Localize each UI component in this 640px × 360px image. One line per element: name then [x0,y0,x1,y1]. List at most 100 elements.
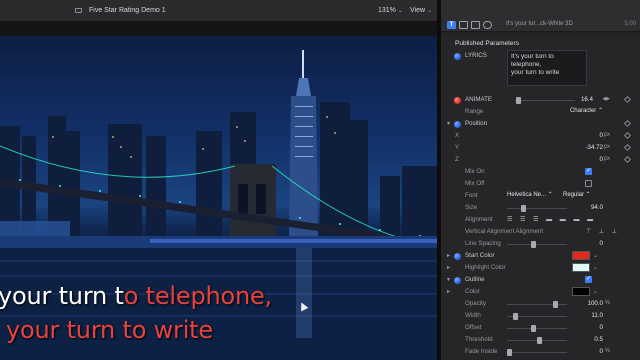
y-label: Y [455,144,460,151]
keyframe-icon[interactable] [623,143,632,152]
animate-value[interactable]: 16.4 [581,96,593,103]
zoom-menu[interactable]: 131% ⌄ [378,7,403,14]
highlight-color-swatch[interactable] [572,263,590,272]
outline-color-swatch[interactable] [572,287,590,296]
line-spacing-value[interactable]: 0 [600,240,603,247]
lyrics-line: telephone, [511,60,542,68]
keyframe-icon[interactable] [623,95,632,104]
threshold-value[interactable]: 0.5 [594,336,603,343]
mix-off-checkbox[interactable] [585,180,592,187]
keyframe-icon[interactable] [623,131,632,140]
section-title: Published Parameters [455,40,519,47]
z-value[interactable]: 0 [600,156,603,163]
disclosure-triangle-icon[interactable]: ▸ [447,264,450,271]
threshold-slider[interactable] [507,337,567,344]
mix-on-label: Mix On [465,168,485,175]
font-family-popup[interactable]: Helvetica Ne... ⌃ [507,191,553,200]
animate-label: ANIMATE [465,96,493,103]
parameter-dot-icon [454,97,461,104]
outline-label: Outline [465,276,485,283]
offset-value[interactable]: 0 [600,324,603,331]
stepper-arrows-icon[interactable]: ◀▶ [602,96,610,102]
unit-label: % [604,348,610,354]
start-color-swatch[interactable] [572,251,590,260]
vertical-alignment-buttons[interactable]: ⊤ ⊥ ⊥ [586,228,620,235]
lyrics-text-field[interactable]: It's your turn to telephone, your turn t… [507,50,587,86]
clip-name: It's your tur...ck-White 3D [506,21,573,27]
range-popup[interactable]: Character ⌃ [570,107,603,116]
start-color-row: ▸ Start Color ⌄ [441,250,640,262]
opacity-value[interactable]: 100.0 [588,300,603,307]
opacity-row: Opacity 100.0 % [441,298,640,310]
vertical-alignment-label: Vertical Alignment Alignment [465,228,544,235]
text-inspector-icon[interactable]: T [447,21,456,29]
x-value[interactable]: 0 [600,132,603,139]
inspector-subbar [441,32,640,36]
chevron-down-icon[interactable]: ⌄ [593,252,598,259]
alignment-row: Alignment ☰ ☰ ☰ ▬ ▬ ▬ ▬ [441,214,640,226]
y-value[interactable]: -34.72 [585,144,603,151]
font-style-popup[interactable]: Regular ⌃ [563,191,591,200]
range-label: Range [465,108,484,115]
alignment-buttons[interactable]: ☰ ☰ ☰ ▬ ▬ ▬ ▬ [507,216,596,223]
document-title: Five Star Rating Demo 1 [89,7,166,14]
width-label: Width [465,312,481,319]
unit-label: px [603,132,610,138]
font-row: Font Helvetica Ne... ⌃ Regular ⌃ [441,190,640,202]
line-spacing-slider[interactable] [507,241,567,248]
chevron-down-icon[interactable]: ⌄ [593,288,598,295]
mix-on-row: Mix On [441,166,640,178]
fade-inside-slider[interactable] [507,349,567,356]
opacity-label: Opacity [465,300,486,307]
range-row: Range Character ⌃ [441,106,640,118]
position-z-row: Z 0 px [441,154,640,166]
size-value[interactable]: 94.0 [591,204,603,211]
lyric-sung-text: your turn t [0,282,124,310]
disclosure-triangle-icon[interactable]: ▸ [447,252,450,259]
outline-checkbox[interactable] [585,275,592,283]
position-label: Position [465,120,488,127]
lyric-unsung-text: your turn to write [6,316,213,344]
disclosure-triangle-icon[interactable]: ▾ [447,120,450,127]
parameter-dot-icon [454,53,461,60]
animate-slider[interactable] [515,97,575,104]
width-value[interactable]: 11.0 [591,312,603,319]
viewer-toolbar: Five Star Rating Demo 1 131% ⌄ View ⌄ [0,0,437,22]
color-label: Color [465,288,480,295]
mix-on-checkbox[interactable] [585,167,592,175]
offset-slider[interactable] [507,325,567,332]
view-menu[interactable]: View ⌄ [410,7,432,14]
lyric-unsung-text: o telephone, [123,282,272,310]
offset-label: Offset [465,324,482,331]
disclosure-triangle-icon[interactable]: ▾ [447,276,450,283]
position-x-row: X 0 px [441,130,640,142]
outline-row: ▾ Outline [441,274,640,286]
city-skyline-image [0,36,437,360]
film-icon[interactable] [459,21,468,29]
chevron-down-icon[interactable]: ⌄ [593,264,598,271]
z-label: Z [455,156,459,163]
video-canvas[interactable]: your turn to telephone, your turn to wri… [0,36,437,360]
highlight-color-label: Highlight Color [465,264,506,271]
disclosure-triangle-icon[interactable]: ▸ [447,288,450,295]
fade-inside-label: Fade Inside [465,348,498,355]
width-slider[interactable] [507,313,567,320]
parameter-dot-icon [454,121,461,128]
alignment-label: Alignment [465,216,493,223]
opacity-slider[interactable] [507,301,567,308]
size-row: Size 94.0 [441,202,640,214]
highlight-color-row: ▸ Highlight Color ⌄ [441,262,640,274]
keyframe-icon[interactable] [623,119,632,128]
grid-icon[interactable] [471,21,480,29]
size-slider[interactable] [507,205,567,212]
lyrics-line: It's your turn to [511,53,554,60]
fade-inside-row: Fade Inside 0 % [441,346,640,358]
threshold-label: Threshold [465,336,493,343]
lyric-line-1: your turn to telephone, [0,282,272,310]
fade-inside-value[interactable]: 0 [600,348,603,355]
keyframe-icon[interactable] [623,155,632,164]
offset-row: Offset 0 [441,322,640,334]
info-icon[interactable] [483,21,492,29]
mix-off-label: Mix Off [465,180,485,187]
color-row: ▸ Color ⌄ [441,286,640,298]
